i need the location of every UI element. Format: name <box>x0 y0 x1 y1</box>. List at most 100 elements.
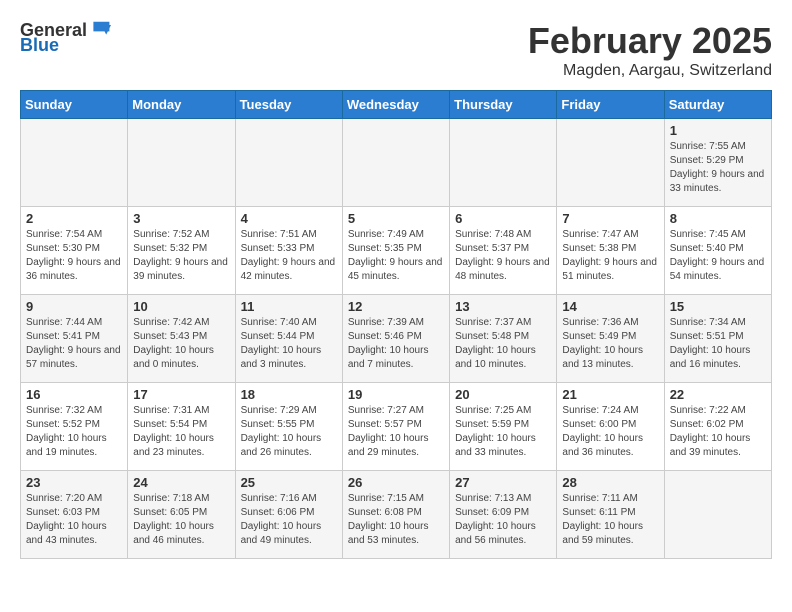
calendar-table: SundayMondayTuesdayWednesdayThursdayFrid… <box>20 90 772 559</box>
day-info: Sunrise: 7:45 AM Sunset: 5:40 PM Dayligh… <box>670 228 766 284</box>
day-cell <box>342 119 449 207</box>
day-number: 15 <box>670 299 766 314</box>
day-info: Sunrise: 7:31 AM Sunset: 5:54 PM Dayligh… <box>133 404 229 460</box>
day-cell: 13 Sunrise: 7:37 AM Sunset: 5:48 PM Dayli… <box>450 295 557 383</box>
day-cell: 8 Sunrise: 7:45 AM Sunset: 5:40 PM Daylig… <box>664 207 771 295</box>
calendar-subtitle: Magden, Aargau, Switzerland <box>528 62 772 80</box>
header-cell-tuesday: Tuesday <box>235 91 342 119</box>
week-row-4: 16 Sunrise: 7:32 AM Sunset: 5:52 PM Dayli… <box>21 383 772 471</box>
day-cell: 25 Sunrise: 7:16 AM Sunset: 6:06 PM Dayli… <box>235 471 342 559</box>
day-cell: 3 Sunrise: 7:52 AM Sunset: 5:32 PM Daylig… <box>128 207 235 295</box>
day-number: 5 <box>348 211 444 226</box>
day-number: 6 <box>455 211 551 226</box>
day-cell: 7 Sunrise: 7:47 AM Sunset: 5:38 PM Daylig… <box>557 207 664 295</box>
day-number: 26 <box>348 475 444 490</box>
day-cell <box>128 119 235 207</box>
day-info: Sunrise: 7:44 AM Sunset: 5:41 PM Dayligh… <box>26 316 122 372</box>
day-info: Sunrise: 7:32 AM Sunset: 5:52 PM Dayligh… <box>26 404 122 460</box>
day-info: Sunrise: 7:29 AM Sunset: 5:55 PM Dayligh… <box>241 404 337 460</box>
day-info: Sunrise: 7:20 AM Sunset: 6:03 PM Dayligh… <box>26 492 122 548</box>
day-number: 2 <box>26 211 122 226</box>
day-info: Sunrise: 7:55 AM Sunset: 5:29 PM Dayligh… <box>670 140 766 196</box>
header-cell-friday: Friday <box>557 91 664 119</box>
day-number: 14 <box>562 299 658 314</box>
day-cell: 9 Sunrise: 7:44 AM Sunset: 5:41 PM Daylig… <box>21 295 128 383</box>
day-cell <box>235 119 342 207</box>
header-cell-thursday: Thursday <box>450 91 557 119</box>
title-section: February 2025 Magden, Aargau, Switzerlan… <box>528 20 772 80</box>
day-number: 21 <box>562 387 658 402</box>
week-row-2: 2 Sunrise: 7:54 AM Sunset: 5:30 PM Daylig… <box>21 207 772 295</box>
day-cell <box>557 119 664 207</box>
logo-icon <box>87 19 111 39</box>
header-cell-monday: Monday <box>128 91 235 119</box>
day-number: 1 <box>670 123 766 138</box>
day-number: 8 <box>670 211 766 226</box>
day-cell: 2 Sunrise: 7:54 AM Sunset: 5:30 PM Daylig… <box>21 207 128 295</box>
header-row: SundayMondayTuesdayWednesdayThursdayFrid… <box>21 91 772 119</box>
day-number: 16 <box>26 387 122 402</box>
day-info: Sunrise: 7:25 AM Sunset: 5:59 PM Dayligh… <box>455 404 551 460</box>
day-info: Sunrise: 7:11 AM Sunset: 6:11 PM Dayligh… <box>562 492 658 548</box>
day-cell: 4Sunrise: 7:51 AM Sunset: 5:33 PM Daylig… <box>235 207 342 295</box>
calendar-title: February 2025 <box>528 20 772 62</box>
day-cell: 6 Sunrise: 7:48 AM Sunset: 5:37 PM Daylig… <box>450 207 557 295</box>
day-number: 20 <box>455 387 551 402</box>
day-cell: 28Sunrise: 7:11 AM Sunset: 6:11 PM Dayli… <box>557 471 664 559</box>
day-number: 10 <box>133 299 229 314</box>
day-cell: 22 Sunrise: 7:22 AM Sunset: 6:02 PM Dayli… <box>664 383 771 471</box>
day-cell: 27 Sunrise: 7:13 AM Sunset: 6:09 PM Dayli… <box>450 471 557 559</box>
week-row-5: 23Sunrise: 7:20 AM Sunset: 6:03 PM Dayli… <box>21 471 772 559</box>
day-number: 19 <box>348 387 444 402</box>
day-number: 27 <box>455 475 551 490</box>
logo-blue: Blue <box>20 35 59 56</box>
logo: General Blue <box>20 20 111 56</box>
day-cell <box>664 471 771 559</box>
day-cell: 21 Sunrise: 7:24 AM Sunset: 6:00 PM Dayli… <box>557 383 664 471</box>
day-cell <box>21 119 128 207</box>
day-number: 9 <box>26 299 122 314</box>
day-info: Sunrise: 7:34 AM Sunset: 5:51 PM Dayligh… <box>670 316 766 372</box>
day-number: 13 <box>455 299 551 314</box>
day-info: Sunrise: 7:15 AM Sunset: 6:08 PM Dayligh… <box>348 492 444 548</box>
day-number: 24 <box>133 475 229 490</box>
day-info: Sunrise: 7:27 AM Sunset: 5:57 PM Dayligh… <box>348 404 444 460</box>
day-number: 18 <box>241 387 337 402</box>
day-number: 12 <box>348 299 444 314</box>
day-info: Sunrise: 7:39 AM Sunset: 5:46 PM Dayligh… <box>348 316 444 372</box>
header-cell-sunday: Sunday <box>21 91 128 119</box>
week-row-3: 9 Sunrise: 7:44 AM Sunset: 5:41 PM Daylig… <box>21 295 772 383</box>
day-number: 22 <box>670 387 766 402</box>
day-cell: 5 Sunrise: 7:49 AM Sunset: 5:35 PM Daylig… <box>342 207 449 295</box>
day-info: Sunrise: 7:22 AM Sunset: 6:02 PM Dayligh… <box>670 404 766 460</box>
day-info: Sunrise: 7:48 AM Sunset: 5:37 PM Dayligh… <box>455 228 551 284</box>
day-info: Sunrise: 7:51 AM Sunset: 5:33 PM Dayligh… <box>241 228 337 284</box>
day-info: Sunrise: 7:16 AM Sunset: 6:06 PM Dayligh… <box>241 492 337 548</box>
day-info: Sunrise: 7:13 AM Sunset: 6:09 PM Dayligh… <box>455 492 551 548</box>
day-cell: 15 Sunrise: 7:34 AM Sunset: 5:51 PM Dayli… <box>664 295 771 383</box>
day-cell: 23Sunrise: 7:20 AM Sunset: 6:03 PM Dayli… <box>21 471 128 559</box>
day-number: 7 <box>562 211 658 226</box>
day-info: Sunrise: 7:24 AM Sunset: 6:00 PM Dayligh… <box>562 404 658 460</box>
day-info: Sunrise: 7:18 AM Sunset: 6:05 PM Dayligh… <box>133 492 229 548</box>
week-row-1: 1 Sunrise: 7:55 AM Sunset: 5:29 PM Daylig… <box>21 119 772 207</box>
day-cell: 19 Sunrise: 7:27 AM Sunset: 5:57 PM Dayli… <box>342 383 449 471</box>
header-cell-wednesday: Wednesday <box>342 91 449 119</box>
day-info: Sunrise: 7:52 AM Sunset: 5:32 PM Dayligh… <box>133 228 229 284</box>
day-cell: 20 Sunrise: 7:25 AM Sunset: 5:59 PM Dayli… <box>450 383 557 471</box>
day-cell: 17Sunrise: 7:31 AM Sunset: 5:54 PM Dayli… <box>128 383 235 471</box>
day-number: 25 <box>241 475 337 490</box>
day-info: Sunrise: 7:54 AM Sunset: 5:30 PM Dayligh… <box>26 228 122 284</box>
day-number: 3 <box>133 211 229 226</box>
day-cell <box>450 119 557 207</box>
header-cell-saturday: Saturday <box>664 91 771 119</box>
day-info: Sunrise: 7:49 AM Sunset: 5:35 PM Dayligh… <box>348 228 444 284</box>
day-cell: 16 Sunrise: 7:32 AM Sunset: 5:52 PM Dayli… <box>21 383 128 471</box>
day-info: Sunrise: 7:47 AM Sunset: 5:38 PM Dayligh… <box>562 228 658 284</box>
day-cell: 24 Sunrise: 7:18 AM Sunset: 6:05 PM Dayli… <box>128 471 235 559</box>
day-number: 11 <box>241 299 337 314</box>
day-cell: 11Sunrise: 7:40 AM Sunset: 5:44 PM Dayli… <box>235 295 342 383</box>
day-info: Sunrise: 7:37 AM Sunset: 5:48 PM Dayligh… <box>455 316 551 372</box>
day-cell: 1 Sunrise: 7:55 AM Sunset: 5:29 PM Daylig… <box>664 119 771 207</box>
header: General Blue February 2025 Magden, Aarga… <box>20 20 772 80</box>
